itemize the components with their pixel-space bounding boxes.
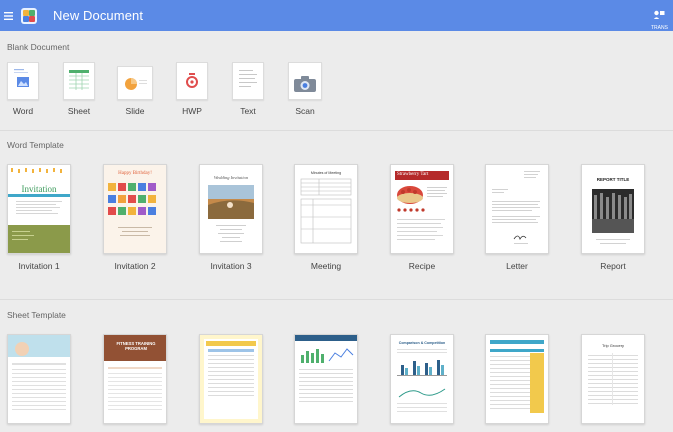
slide-doc-icon	[117, 66, 153, 100]
template-label: Invitation 3	[210, 261, 252, 271]
blank-slide-label: Slide	[125, 106, 145, 116]
polaris-office-logo-icon	[20, 7, 38, 25]
blank-scan-label: Scan	[295, 106, 315, 116]
template-thumbnail	[199, 334, 263, 424]
section-word-template: Word Template	[7, 140, 64, 150]
camera-icon	[288, 62, 322, 100]
template-thumbnail: Happy Birthday!	[103, 164, 167, 254]
sheet-template-comparison[interactable]: Comparison & Competition	[389, 334, 455, 424]
section-blank-document: Blank Document	[7, 42, 70, 52]
thumbnail-heading: Strawberry Tart	[397, 172, 429, 177]
template-meeting[interactable]: Minutes of Meeting Meeting	[293, 164, 359, 271]
app-bar: New Document TRANS	[0, 0, 673, 31]
translate-icon[interactable]: TRANS	[651, 7, 668, 31]
template-thumbnail: REPORT TITLE	[581, 164, 645, 254]
blank-word-item[interactable]: Word	[0, 62, 48, 116]
thumbnail-heading: Invitation	[21, 184, 57, 194]
template-thumbnail: Wedding Invitation	[199, 164, 263, 254]
blank-text-label: Text	[240, 106, 256, 116]
blank-sheet-label: Sheet	[67, 106, 91, 116]
blank-text-item[interactable]: Text	[223, 62, 273, 116]
blank-scan-item[interactable]: Scan	[280, 62, 330, 116]
template-thumbnail: Trip Grocery	[581, 334, 645, 424]
template-thumbnail: Comparison & Competition	[390, 334, 454, 424]
template-thumbnail	[7, 334, 71, 424]
word-doc-icon	[7, 62, 39, 100]
template-thumbnail	[485, 334, 549, 424]
blank-hwp-label: HWP	[182, 106, 202, 116]
sheet-template-list[interactable]	[484, 334, 550, 424]
template-invitation-1[interactable]: Invitation Invitation 1	[6, 164, 72, 271]
template-label: Invitation 2	[114, 261, 156, 271]
template-report[interactable]: REPORT TITLE Report	[580, 164, 646, 271]
template-label: Recipe	[408, 261, 436, 271]
sheet-template-grocery[interactable]: Trip Grocery	[580, 334, 646, 424]
thumbnail-heading: FITNESS TRAINING PROGRAM	[116, 341, 156, 351]
template-invitation-3[interactable]: Wedding Invitation Invitation 3	[198, 164, 264, 271]
template-thumbnail: Minutes of Meeting	[294, 164, 358, 254]
section-sheet-template: Sheet Template	[7, 310, 66, 320]
template-thumbnail: FITNESS TRAINING PROGRAM	[103, 334, 167, 424]
template-thumbnail: Strawberry Tart	[390, 164, 454, 254]
template-label: Report	[600, 261, 626, 271]
text-doc-icon	[232, 62, 264, 100]
blank-hwp-item[interactable]: HWP	[167, 62, 217, 116]
template-letter[interactable]: Letter	[484, 164, 550, 271]
hamburger-menu-icon[interactable]	[0, 0, 16, 31]
hwp-doc-icon	[176, 62, 208, 100]
template-recipe[interactable]: Strawberry Tart Recipe	[389, 164, 455, 271]
sheet-template-schedule[interactable]	[198, 334, 264, 424]
template-label: Letter	[506, 261, 528, 271]
template-label: Meeting	[310, 261, 342, 271]
sheet-doc-icon	[63, 62, 95, 100]
page-title: New Document	[53, 8, 144, 23]
template-label: Invitation 1	[18, 261, 60, 271]
section-divider	[0, 299, 673, 300]
translate-label: TRANS	[651, 25, 668, 31]
blank-slide-item[interactable]: Slide	[110, 62, 160, 116]
sheet-template-fitness[interactable]: FITNESS TRAINING PROGRAM	[102, 334, 168, 424]
sheet-template-sales[interactable]	[293, 334, 359, 424]
template-thumbnail	[294, 334, 358, 424]
template-thumbnail	[485, 164, 549, 254]
section-divider	[0, 130, 673, 131]
sheet-template-baby[interactable]	[6, 334, 72, 424]
blank-word-label: Word	[12, 106, 34, 116]
blank-sheet-item[interactable]: Sheet	[54, 62, 104, 116]
template-invitation-2[interactable]: Happy Birthday! Invitation 2	[102, 164, 168, 271]
blank-document-row: Word Sheet Slide HWP Text Scan	[0, 62, 673, 122]
template-thumbnail: Invitation	[7, 164, 71, 254]
